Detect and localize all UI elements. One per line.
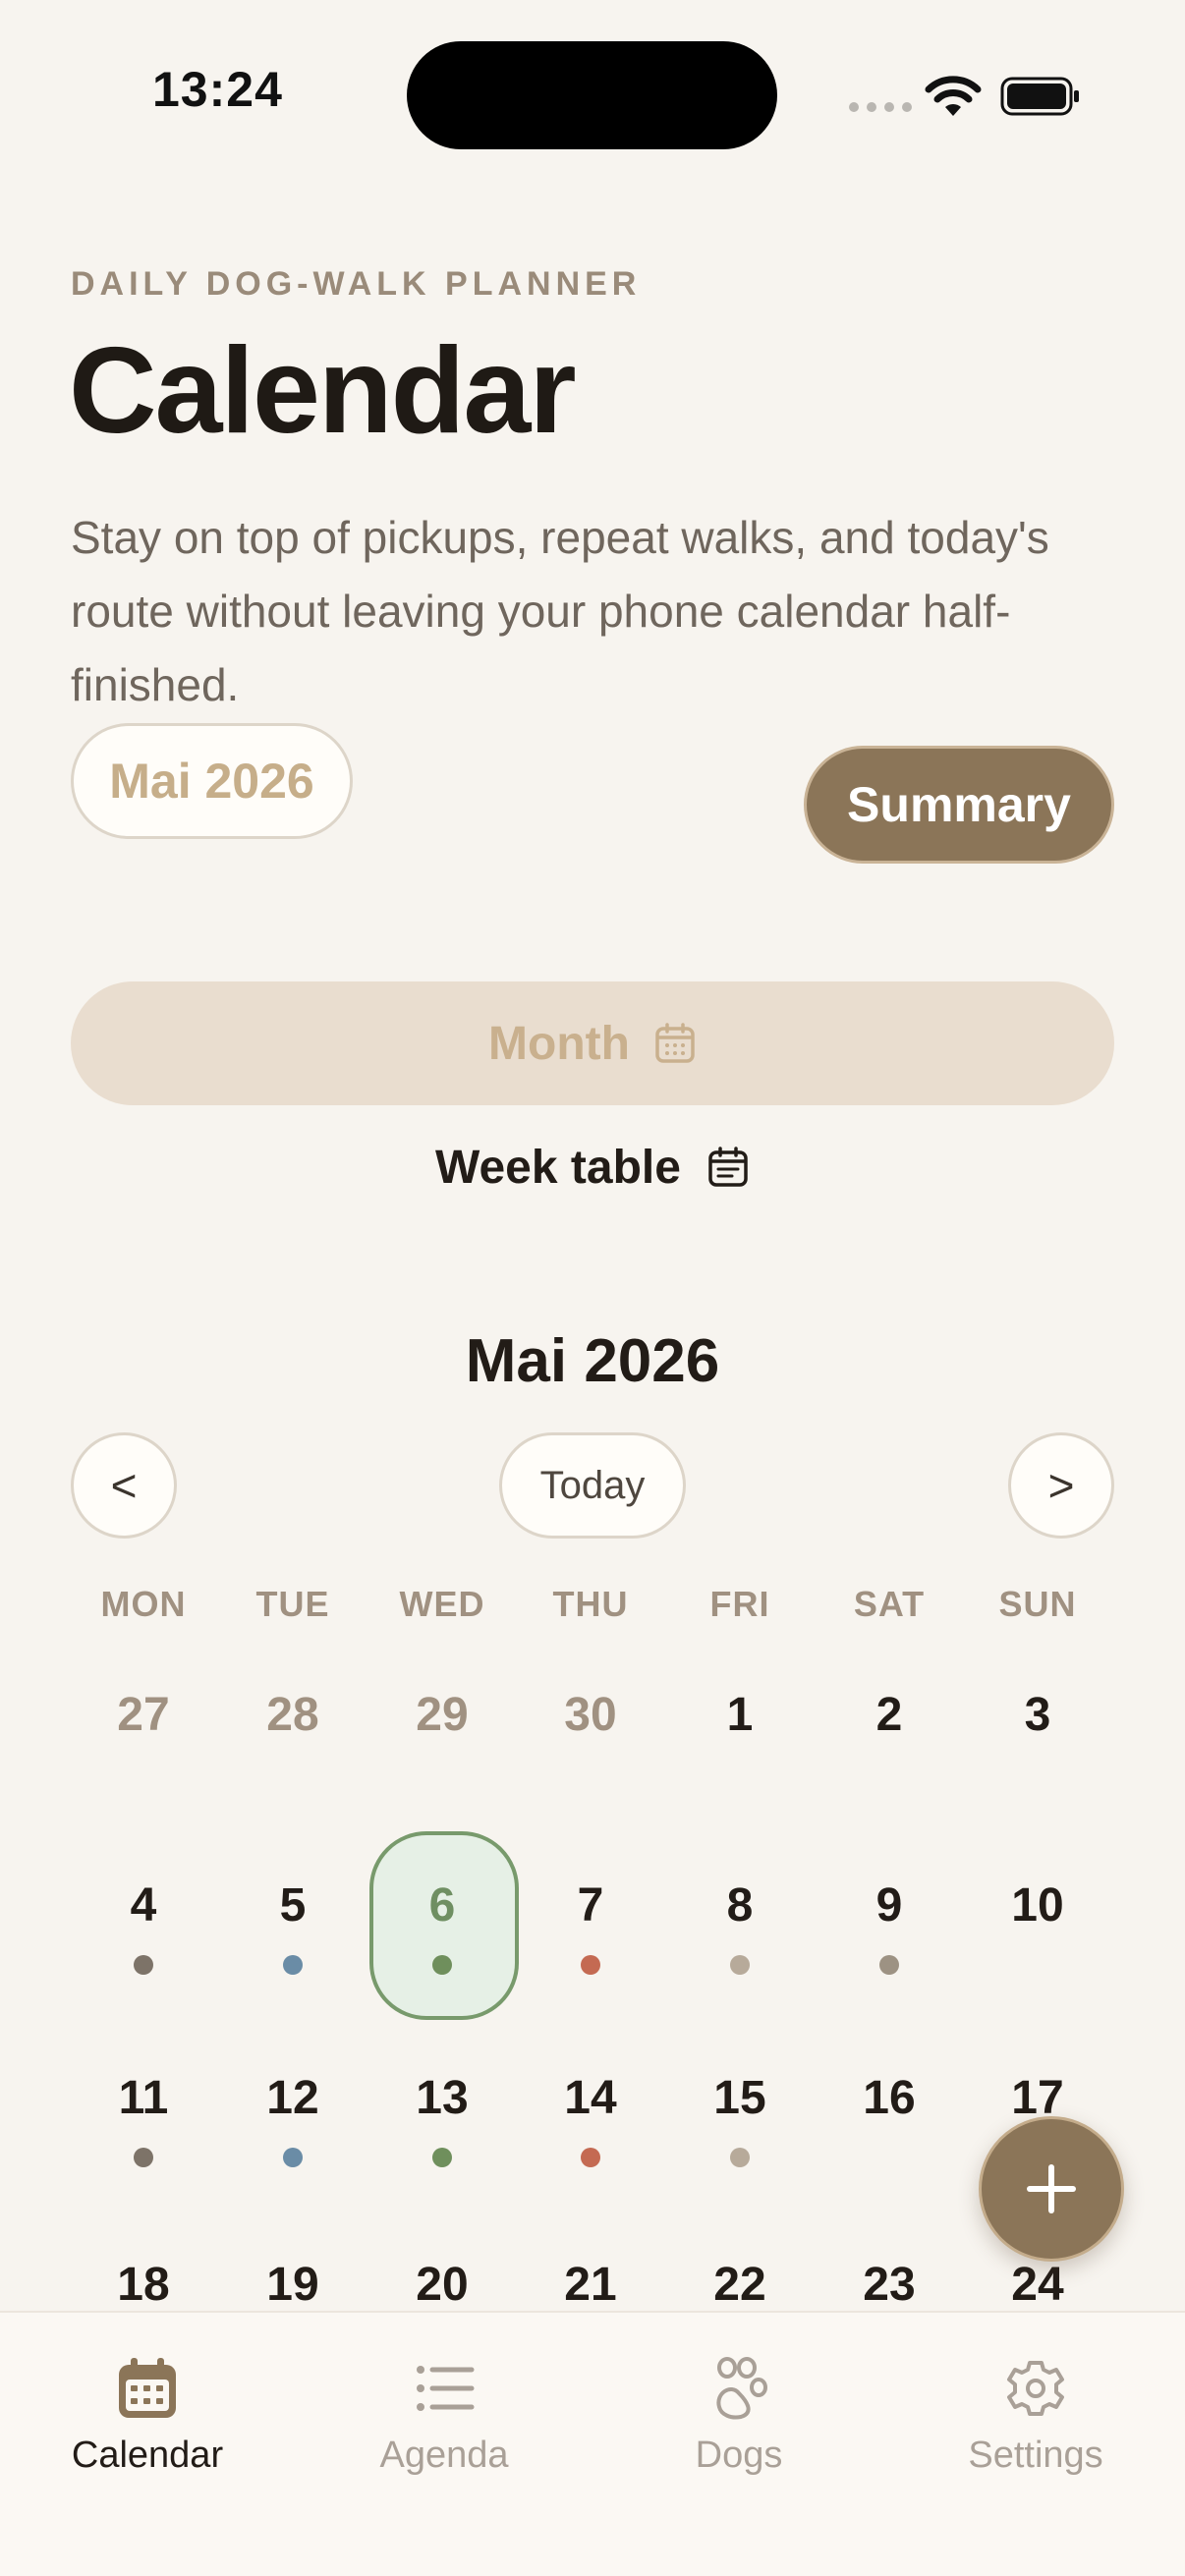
walk-indicator-dot <box>134 1955 153 1975</box>
walk-indicator-dot <box>879 1955 899 1975</box>
calendar-icon <box>119 2358 176 2418</box>
tab-label: Dogs <box>695 2435 783 2476</box>
calendar-day[interactable]: 4 <box>70 1878 217 1932</box>
walk-indicator-dot <box>134 2148 153 2167</box>
status-time: 13:24 <box>152 62 283 117</box>
tab-label: Calendar <box>71 2435 224 2476</box>
calendar-day[interactable]: 2 <box>816 1688 963 1742</box>
weekday-label: FRI <box>709 1584 770 1624</box>
week-table-toggle[interactable]: Week table <box>71 1132 1114 1203</box>
calendar-day[interactable]: 11 <box>70 2071 217 2125</box>
calendar-day[interactable]: 12 <box>219 2071 367 2125</box>
add-walk-button[interactable] <box>979 2116 1124 2262</box>
calendar-day[interactable]: 20 <box>368 2258 516 2312</box>
calendar-day[interactable]: 27 <box>70 1688 217 1742</box>
calendar-day[interactable]: 9 <box>816 1878 963 1932</box>
table-calendar-icon <box>708 1147 748 1187</box>
walk-indicator-dot <box>581 1955 600 1975</box>
calendar-day[interactable]: 7 <box>517 1878 664 1932</box>
today-button[interactable]: Today <box>499 1432 686 1539</box>
gear-icon <box>1007 2361 1064 2416</box>
tab-calendar[interactable]: Calendar <box>29 2356 265 2477</box>
calendar-day[interactable]: 1 <box>666 1688 814 1742</box>
plus-icon <box>1027 2164 1076 2213</box>
walk-indicator-dot <box>432 1955 452 1975</box>
list-icon <box>417 2366 475 2411</box>
calendar-day[interactable]: 16 <box>816 2071 963 2125</box>
calendar-month-title: Mai 2026 <box>465 1327 720 1395</box>
calendar-day[interactable]: 29 <box>368 1688 516 1742</box>
walk-indicator-dot <box>283 1955 303 1975</box>
calendar-day[interactable]: 18 <box>70 2258 217 2312</box>
summary-button[interactable]: Summary <box>804 746 1114 864</box>
dynamic-island <box>407 41 777 149</box>
paw-icon <box>716 2357 767 2420</box>
page-subtitle: Stay on top of pickups, repeat walks, an… <box>71 512 1049 710</box>
month-view-label: Month <box>488 1017 630 1070</box>
next-month-button[interactable]: > <box>1008 1432 1114 1539</box>
calendar-day[interactable]: 15 <box>666 2071 814 2125</box>
walk-indicator-dot <box>730 1955 750 1975</box>
calendar-day[interactable]: 13 <box>368 2071 516 2125</box>
weekday-label: SUN <box>998 1584 1077 1624</box>
weekday-label: TUE <box>255 1584 330 1624</box>
month-picker-button[interactable]: Mai 2026 <box>71 723 353 839</box>
calendar-day[interactable]: 23 <box>816 2258 963 2312</box>
page-title: Calendar <box>69 323 577 459</box>
tab-label: Agenda <box>379 2435 509 2476</box>
calendar-day[interactable]: 21 <box>517 2258 664 2312</box>
weekday-label: THU <box>552 1584 629 1624</box>
tab-agenda[interactable]: Agenda <box>326 2356 562 2477</box>
walk-indicator-dot <box>432 2148 452 2167</box>
eyebrow-label: DAILY DOG-WALK PLANNER <box>71 265 642 303</box>
cellular-signal-icon <box>849 102 912 112</box>
tab-dogs[interactable]: Dogs <box>621 2356 857 2477</box>
calendar-day[interactable]: 24 <box>964 2258 1111 2312</box>
tab-label: Settings <box>968 2435 1103 2476</box>
walk-indicator-dot <box>730 2148 750 2167</box>
calendar-day[interactable]: 22 <box>666 2258 814 2312</box>
calendar-day[interactable]: 19 <box>219 2258 367 2312</box>
calendar-day[interactable]: 5 <box>219 1878 367 1932</box>
walk-indicator-dot <box>581 2148 600 2167</box>
previous-month-button[interactable]: < <box>71 1432 177 1539</box>
calendar-day[interactable]: 10 <box>964 1878 1111 1932</box>
battery-icon <box>1000 77 1079 116</box>
week-table-label: Week table <box>435 1141 681 1194</box>
walk-indicator-dot <box>283 2148 303 2167</box>
calendar-day[interactable]: 8 <box>666 1878 814 1932</box>
wifi-icon <box>925 76 982 116</box>
calendar-day-selected[interactable]: 6 <box>368 1878 516 1932</box>
calendar-day[interactable]: 28 <box>219 1688 367 1742</box>
weekday-label: WED <box>399 1584 485 1624</box>
tab-settings[interactable]: Settings <box>918 2356 1154 2477</box>
calendar-day[interactable]: 14 <box>517 2071 664 2125</box>
month-view-toggle[interactable]: Month <box>71 981 1114 1105</box>
calendar-icon <box>655 1023 695 1063</box>
calendar-day[interactable]: 30 <box>517 1688 664 1742</box>
weekday-label: SAT <box>853 1584 926 1624</box>
calendar-day[interactable]: 3 <box>964 1688 1111 1742</box>
weekday-label: MON <box>100 1584 187 1624</box>
